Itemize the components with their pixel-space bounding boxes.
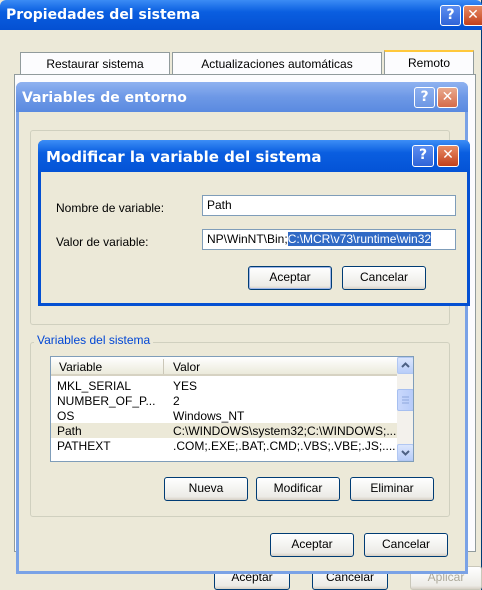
edit-ok-button[interactable]: Aceptar [248,266,332,290]
tab-label: Actualizaciones automáticas [201,57,353,71]
variable-value-input[interactable]: NP\WinNT\Bin;C:\MCR\v73\runtime\win32 [202,229,456,250]
table-row-selected[interactable]: Path C:\WINDOWS\system32;C:\WINDOWS;... [51,423,413,438]
scroll-up-icon[interactable] [397,357,413,374]
help-icon[interactable]: ? [412,145,434,167]
tab-label: Remoto [407,56,451,70]
edit-variable-button[interactable]: Modificar [256,477,340,501]
vertical-scrollbar[interactable] [397,357,413,461]
table-row[interactable]: MKL_SERIAL YES [51,378,413,393]
edit-variable-title: Modificar la variable del sistema [46,148,322,166]
table-row[interactable]: NUMBER_OF_P... 2 [51,393,413,408]
variable-name-input[interactable]: Path [202,195,456,216]
system-variables-label: Variables del sistema [34,333,154,347]
value-text-unselected: NP\WinNT\Bin; [207,232,288,246]
tab-restaurar-sistema[interactable]: Restaurar sistema [20,52,170,74]
column-header-variable[interactable]: Variable [59,360,102,374]
column-header-valor[interactable]: Valor [173,360,200,374]
env-cancel-button[interactable]: Cancelar [364,533,448,557]
variable-name-label: Nombre de variable: [56,201,165,215]
close-icon[interactable]: ✕ [463,5,482,26]
scroll-down-icon[interactable] [397,444,413,461]
system-properties-title: Propiedades del sistema [6,7,201,23]
variable-value-label: Valor de variable: [56,235,149,249]
help-icon[interactable]: ? [440,5,461,26]
table-row[interactable]: PATHEXT .COM;.EXE;.BAT;.CMD;.VBS;.VBE;.J… [51,438,413,453]
system-variables-list[interactable]: Variable Valor MKL_SERIAL YES NUMBER_OF_… [50,356,414,462]
delete-variable-button[interactable]: Eliminar [350,477,434,501]
new-variable-button[interactable]: Nueva [164,477,248,501]
close-icon[interactable]: ✕ [437,87,458,108]
list-header: Variable Valor [51,357,413,376]
env-ok-button[interactable]: Aceptar [270,533,354,557]
edit-cancel-button[interactable]: Cancelar [342,266,426,290]
close-icon[interactable]: ✕ [437,145,459,167]
env-variables-title: Variables de entorno [22,90,187,106]
value-text-selected: C:\MCR\v73\runtime\win32 [287,232,432,246]
scroll-thumb[interactable] [397,389,413,411]
tab-remoto[interactable]: Remoto [384,50,474,74]
tab-actualizaciones[interactable]: Actualizaciones automáticas [172,52,382,74]
help-icon[interactable]: ? [414,87,435,108]
table-row[interactable]: OS Windows_NT [51,408,413,423]
tab-label: Restaurar sistema [46,57,144,71]
